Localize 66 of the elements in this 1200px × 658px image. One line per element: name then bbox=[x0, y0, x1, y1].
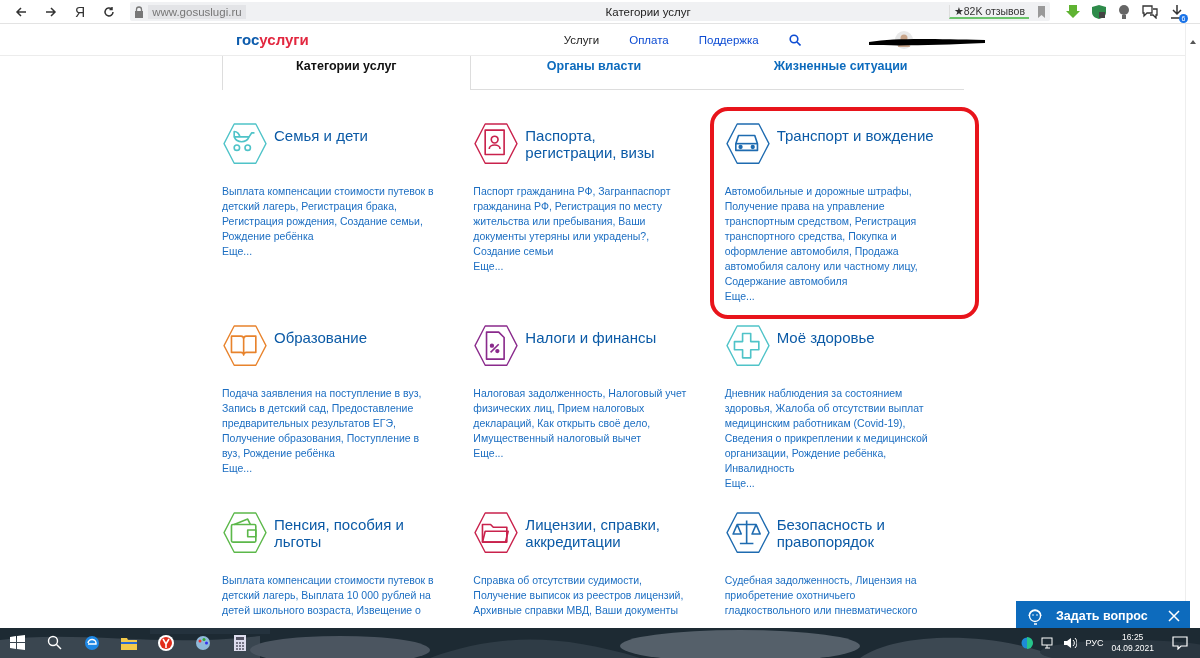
clock-time: 16:25 bbox=[1122, 632, 1144, 643]
category-tab[interactable]: Органы власти bbox=[470, 56, 718, 90]
back-icon[interactable] bbox=[15, 5, 27, 18]
category-description: Выплата компенсации стоимости путевок в детский лагерь, Выплата 10 000 рублей на детей школьного возраста, Извещение о bbox=[222, 573, 435, 618]
category-title[interactable]: Безопасность и правопорядок bbox=[776, 511, 942, 557]
browser-icon[interactable] bbox=[158, 635, 174, 651]
clock-date: 04.09.2021 bbox=[1111, 643, 1154, 654]
windows-icon[interactable] bbox=[10, 635, 26, 651]
category-title[interactable]: Лицензии, справки, аккредитации bbox=[525, 511, 691, 557]
yandex-button[interactable]: Я bbox=[75, 3, 86, 20]
more-link[interactable]: Еще... bbox=[222, 244, 253, 259]
more-link[interactable]: Еще... bbox=[222, 461, 253, 476]
nav-link[interactable]: Поддержка bbox=[698, 33, 759, 46]
forward-icon[interactable] bbox=[45, 5, 57, 18]
reload-icon[interactable] bbox=[103, 5, 116, 18]
search-icon[interactable] bbox=[47, 635, 63, 651]
notifications-icon[interactable] bbox=[1172, 636, 1188, 650]
category-title[interactable]: Транспорт и вождение bbox=[776, 122, 942, 168]
speaker-icon[interactable] bbox=[1063, 637, 1078, 649]
logo-text: услуги bbox=[259, 31, 309, 48]
network-icon[interactable] bbox=[1041, 637, 1056, 649]
chat-bubbles-icon[interactable] bbox=[1142, 4, 1158, 19]
category-tab[interactable]: Жизненные ситуации bbox=[717, 56, 964, 90]
app-tray-icon[interactable] bbox=[1021, 637, 1034, 649]
category-description: Дневник наблюдения за состоянием здоровья, Жалоба об отсутствии выплат медицинским работникам (Covid-19), Сведения о прикреплении к медицинской организации, Рождение ребёнка, Инвалидность bbox=[724, 386, 929, 476]
category-description: Судебная задолженность, Лицензия на приобретение охотничьего гладкоствольного или пневматического bbox=[724, 573, 919, 618]
ask-question-label: Задать вопрос bbox=[1056, 609, 1149, 623]
category-description: Подача заявления на поступление в вуз, Запись в детский сад, Предоставление предварительных результатов ЕГЭ, Получение образования, Поступление в вуз, Рождение ребёнка bbox=[222, 386, 423, 461]
category-description: Выплата компенсации стоимости путевок в детский лагерь, Регистрация брака, Регистрация рождения, Создание семьи, Рождение ребёнка bbox=[222, 184, 435, 244]
more-link[interactable]: Еще... bbox=[724, 289, 755, 304]
clock[interactable]: 16:25 04.09.2021 bbox=[1111, 632, 1154, 654]
category-description: Налоговая задолженность, Налоговый учет физических лиц, Прием налоговых деклараций, Как открыть своё дело, Имущественный налоговый вычет bbox=[473, 386, 688, 446]
category-title[interactable]: Образование bbox=[274, 324, 439, 370]
category-description: Автомобильные и дорожные штрафы, Получение права на управление транспортным средством, Регистрация транспортного средства, Покупка и оформление автомобиля, Продажа автомобиля салону или частному лицу, Содержание автомобиля bbox=[724, 184, 919, 289]
nav-link[interactable]: Услуги bbox=[563, 33, 600, 46]
calculator-icon[interactable] bbox=[232, 635, 248, 651]
category-title[interactable]: Моё здоровье bbox=[776, 324, 942, 370]
url-text: www.gosuslugi.ru bbox=[148, 4, 246, 19]
category-title[interactable]: Семья и дети bbox=[274, 122, 439, 168]
more-link[interactable]: Еще... bbox=[473, 446, 504, 461]
address-bar[interactable]: www.gosuslugi.ru Категории услуг ★82K отзывов bbox=[130, 2, 1050, 21]
palette-icon[interactable] bbox=[195, 635, 211, 651]
close-icon[interactable] bbox=[1168, 610, 1180, 622]
category-title[interactable]: Паспорта, регистрации, визы bbox=[525, 122, 691, 168]
more-link[interactable]: Еще... bbox=[473, 259, 504, 274]
nav-link[interactable]: Оплата bbox=[629, 33, 669, 46]
lightbulb-icon[interactable] bbox=[1118, 4, 1130, 19]
page-title: Категории услуг bbox=[604, 5, 692, 18]
language-indicator[interactable]: РУС bbox=[1085, 638, 1104, 648]
category-title[interactable]: Налоги и финансы bbox=[525, 324, 691, 370]
site-logo[interactable]: госуслуги bbox=[236, 31, 309, 48]
ask-question-button[interactable]: Задать вопрос bbox=[1016, 601, 1190, 631]
category-description: Справка об отсутствии судимости, Получение выписок из реестров лицензий, Архивные справки МВД, Ваши документы bbox=[473, 573, 685, 618]
lock-icon bbox=[134, 5, 145, 18]
operator-icon bbox=[1026, 607, 1044, 625]
logo-text: гос bbox=[236, 31, 260, 48]
more-link[interactable]: Еще... bbox=[724, 476, 755, 491]
category-description: Паспорт гражданина РФ, Загранпаспорт гражданина РФ, Регистрация по месту жительства или пребывания, Ваши документы утеряны или украдены?, Создание семьи bbox=[473, 184, 672, 259]
category-tab[interactable]: Категории услуг bbox=[222, 56, 471, 90]
reviews-rating[interactable]: ★82K отзывов bbox=[948, 4, 1029, 19]
category-title[interactable]: Пенсия, пособия и льготы bbox=[274, 511, 439, 557]
edge-icon[interactable] bbox=[84, 635, 100, 651]
download-icon[interactable] bbox=[1170, 4, 1184, 19]
shield-icon[interactable] bbox=[1092, 4, 1106, 19]
download-arrow-icon[interactable] bbox=[1066, 4, 1080, 19]
search-icon[interactable] bbox=[788, 33, 801, 46]
